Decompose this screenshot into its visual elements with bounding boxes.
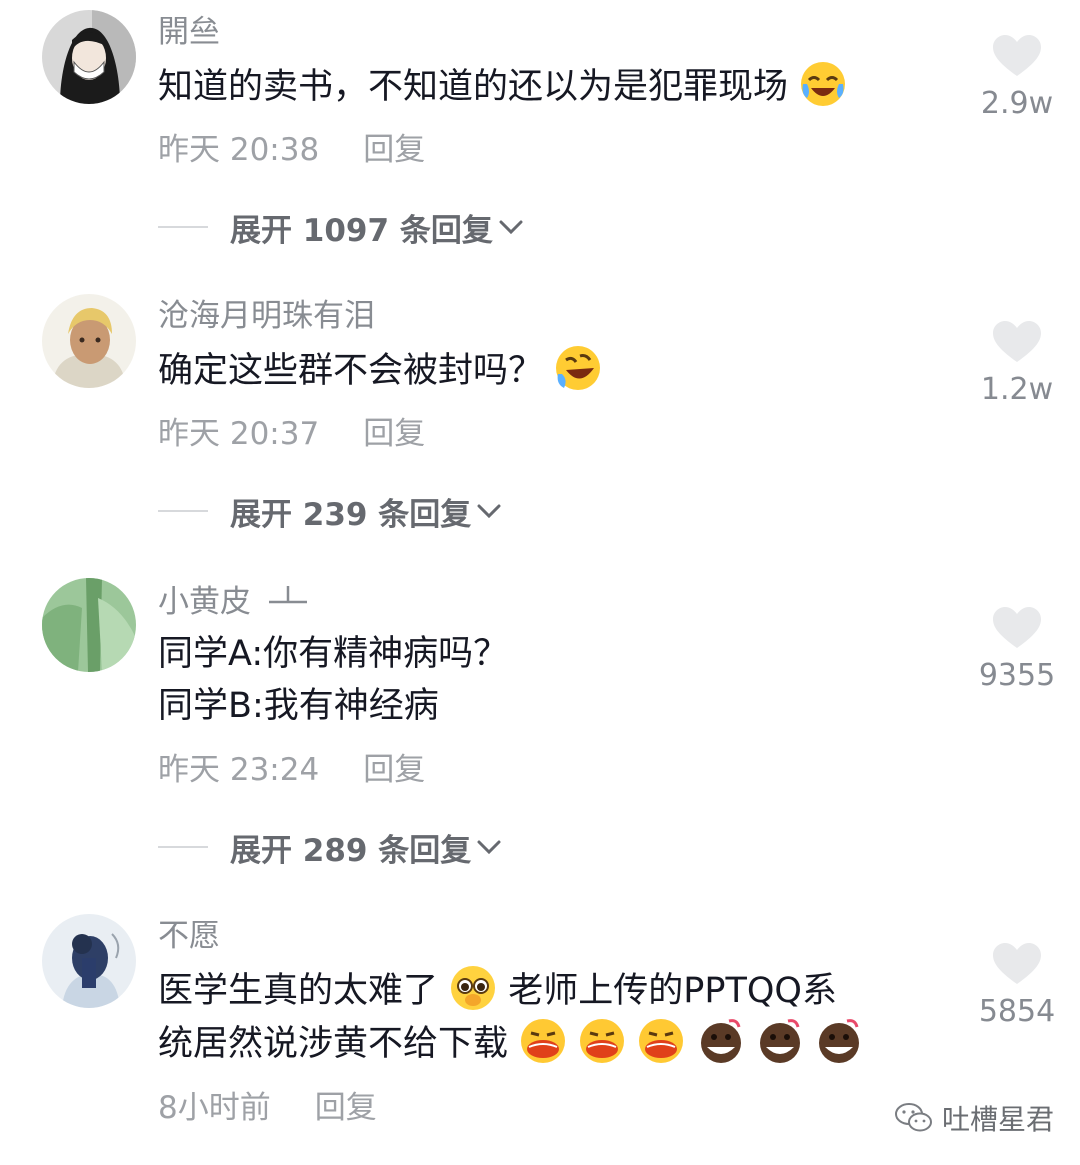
heart-icon [993, 607, 1041, 648]
timestamp: 昨天 20:37 [158, 416, 320, 452]
divider [158, 846, 208, 848]
comment-text-segment: 医学生真的太难了 [158, 971, 439, 1011]
reply-button[interactable]: 回复 [363, 416, 425, 452]
comment-text-segment: 统居然说涉黄不给下载 [158, 1024, 509, 1064]
pleading-emoji [449, 964, 497, 1012]
comment-text: 知道的卖书，不知道的还以为是犯罪现场 [158, 60, 847, 113]
username[interactable]: 沧海月明珠有泪 [158, 296, 375, 336]
avatar[interactable] [42, 578, 136, 672]
reply-button[interactable]: 回复 [363, 132, 425, 168]
avatar[interactable] [42, 294, 136, 388]
chevron-down-icon [477, 840, 501, 855]
like-button[interactable]: 2.9w [968, 34, 1066, 121]
like-count: 9355 [978, 658, 1056, 693]
like-button[interactable]: 5854 [968, 942, 1066, 1029]
dark-grinning-emoji [815, 1017, 863, 1065]
username[interactable]: 開亝 [158, 12, 220, 52]
expand-replies-button[interactable]: 展开 239 条回复 [158, 491, 503, 533]
expand-replies-button[interactable]: 展开 289 条回复 [158, 827, 503, 869]
comment-meta: 昨天 20:38 回复 [158, 130, 425, 170]
crying-laughing-emoji [799, 60, 847, 108]
divider [158, 226, 208, 228]
expand-replies-label: 展开 289 条回复 [230, 832, 472, 869]
dark-grinning-emoji [697, 1017, 745, 1065]
shouting-emoji [578, 1017, 626, 1065]
comment-meta: 昨天 23:24 回复 [158, 750, 425, 790]
like-button[interactable]: 1.2w [968, 320, 1066, 407]
username[interactable]: 小黄皮 [158, 580, 311, 622]
like-count: 1.2w [980, 372, 1054, 407]
watermark-text: 吐槽星君 [942, 1103, 1055, 1136]
reply-button[interactable]: 回复 [315, 1090, 377, 1126]
dark-grinning-emoji [756, 1017, 804, 1065]
comment-text-line: 知道的卖书，不知道的还以为是犯罪现场 [158, 67, 789, 107]
heart-icon [993, 943, 1041, 984]
shouting-emoji [637, 1017, 685, 1065]
timestamp: 昨天 20:38 [158, 132, 320, 168]
level-badge-icon [268, 586, 307, 604]
reply-button[interactable]: 回复 [363, 752, 425, 788]
username[interactable]: 不愿 [158, 916, 220, 956]
heart-icon [993, 321, 1041, 362]
chevron-down-icon [477, 504, 501, 519]
avatar-image [42, 914, 136, 1008]
comment-meta: 昨天 20:37 回复 [158, 414, 425, 454]
timestamp: 8小时前 [158, 1090, 271, 1126]
comment-text-line: 统居然说涉黄不给下载 [158, 1017, 863, 1070]
timestamp: 昨天 23:24 [158, 752, 320, 788]
avatar[interactable] [42, 10, 136, 104]
shouting-emoji [519, 1017, 567, 1065]
chevron-down-icon [499, 220, 523, 235]
comment-text-line: 同学B:我有神经病 [158, 686, 439, 726]
avatar[interactable] [42, 914, 136, 1008]
divider [158, 510, 208, 512]
watermark: 吐槽星君 [894, 1096, 1054, 1140]
comment-text-line: 同学A:你有精神病吗？ [158, 634, 509, 674]
wechat-icon [895, 1103, 932, 1132]
comment-text: 医学生真的太难了 老师上传的PPTQQ系 统居然说涉黄不给下载 [158, 964, 863, 1070]
avatar-image [42, 294, 136, 388]
rolling-laughing-emoji [554, 344, 602, 392]
avatar-image [42, 10, 136, 104]
like-button[interactable]: 9355 [968, 606, 1066, 693]
heart-icon [993, 35, 1041, 76]
comment-text-line: 医学生真的太难了 老师上传的PPTQQ系 [158, 964, 863, 1017]
comment-text-line: 确定这些群不会被封吗？ [158, 351, 544, 391]
comment-meta: 8小时前 回复 [158, 1088, 377, 1128]
comment-text: 同学A:你有精神病吗？ 同学B:我有神经病 [158, 628, 508, 732]
comment-text-segment: 老师上传的PPTQQ系 [508, 971, 837, 1011]
comment-text: 确定这些群不会被封吗？ [158, 344, 602, 397]
avatar-image [42, 578, 136, 672]
expand-replies-label: 展开 1097 条回复 [230, 212, 493, 249]
like-count: 2.9w [980, 86, 1054, 121]
username-text: 小黄皮 [158, 584, 251, 620]
like-count: 5854 [978, 994, 1056, 1029]
expand-replies-label: 展开 239 条回复 [230, 496, 472, 533]
expand-replies-button[interactable]: 展开 1097 条回复 [158, 207, 525, 249]
